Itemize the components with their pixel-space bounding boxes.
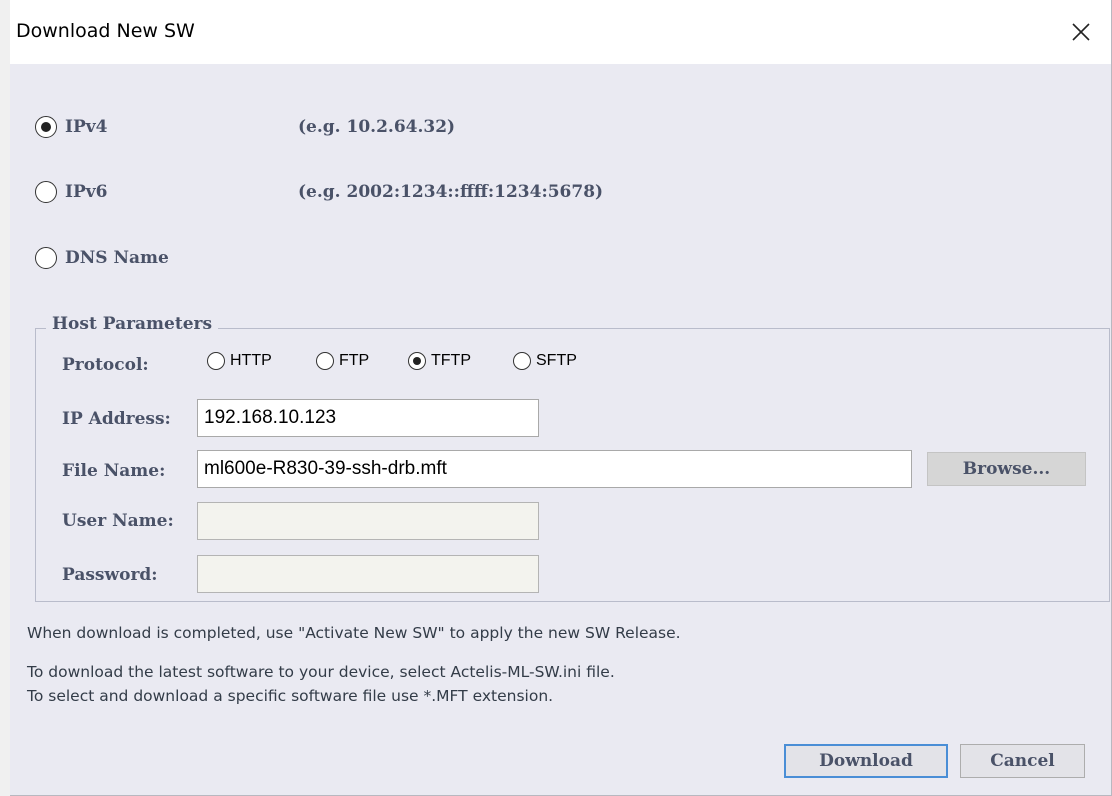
info-latest-software-note: To download the latest software to your … — [27, 663, 615, 681]
protocol-tftp-option[interactable]: TFTP — [408, 352, 471, 370]
cancel-button[interactable]: Cancel — [960, 744, 1085, 778]
tftp-label: TFTP — [431, 352, 471, 369]
sftp-label: SFTP — [536, 352, 577, 369]
password-input[interactable] — [197, 555, 539, 593]
info-mft-extension-note: To select and download a specific softwa… — [27, 687, 554, 705]
ip-address-input[interactable] — [197, 399, 539, 437]
protocol-sftp-option[interactable]: SFTP — [513, 352, 577, 370]
password-label: Password: — [62, 565, 158, 585]
info-activate-note: When download is completed, use "Activat… — [27, 624, 681, 642]
host-parameters-legend: Host Parameters — [46, 314, 219, 334]
user-name-label: User Name: — [62, 511, 174, 531]
ipv4-example: (e.g. 10.2.64.32) — [298, 117, 456, 137]
download-button[interactable]: Download — [784, 744, 948, 778]
ipv6-radio[interactable] — [35, 181, 57, 203]
ipv4-radio[interactable] — [35, 116, 57, 138]
browse-button[interactable]: Browse... — [927, 452, 1086, 486]
http-label: HTTP — [230, 352, 272, 369]
ipv6-example: (e.g. 2002:1234::ffff:1234:5678) — [298, 182, 604, 202]
ipv4-radio-option[interactable]: IPv4 — [35, 116, 107, 138]
close-button[interactable] — [1059, 10, 1103, 54]
ipv6-label: IPv6 — [65, 182, 108, 202]
ipv4-label: IPv4 — [65, 117, 108, 137]
ipv6-radio-option[interactable]: IPv6 — [35, 181, 107, 203]
dns-name-label: DNS Name — [65, 248, 169, 268]
dns-name-radio[interactable] — [35, 247, 57, 269]
protocol-http-option[interactable]: HTTP — [207, 352, 272, 370]
http-radio[interactable] — [207, 352, 225, 370]
protocol-ftp-option[interactable]: FTP — [316, 352, 369, 370]
dialog-title: Download New SW — [16, 20, 195, 42]
ip-address-label: IP Address: — [62, 409, 171, 429]
sftp-radio[interactable] — [513, 352, 531, 370]
dns-name-radio-option[interactable]: DNS Name — [35, 247, 169, 269]
file-name-input[interactable] — [197, 450, 912, 488]
tftp-radio[interactable] — [408, 352, 426, 370]
close-icon — [1072, 23, 1090, 41]
ftp-label: FTP — [339, 352, 370, 369]
download-new-sw-dialog: Download New SW IPv4 (e.g. 10.2.64.32) I… — [10, 0, 1112, 796]
user-name-input[interactable] — [197, 502, 539, 540]
title-bar: Download New SW — [10, 0, 1111, 64]
file-name-label: File Name: — [62, 461, 166, 481]
protocol-label: Protocol: — [62, 355, 149, 375]
ftp-radio[interactable] — [316, 352, 334, 370]
